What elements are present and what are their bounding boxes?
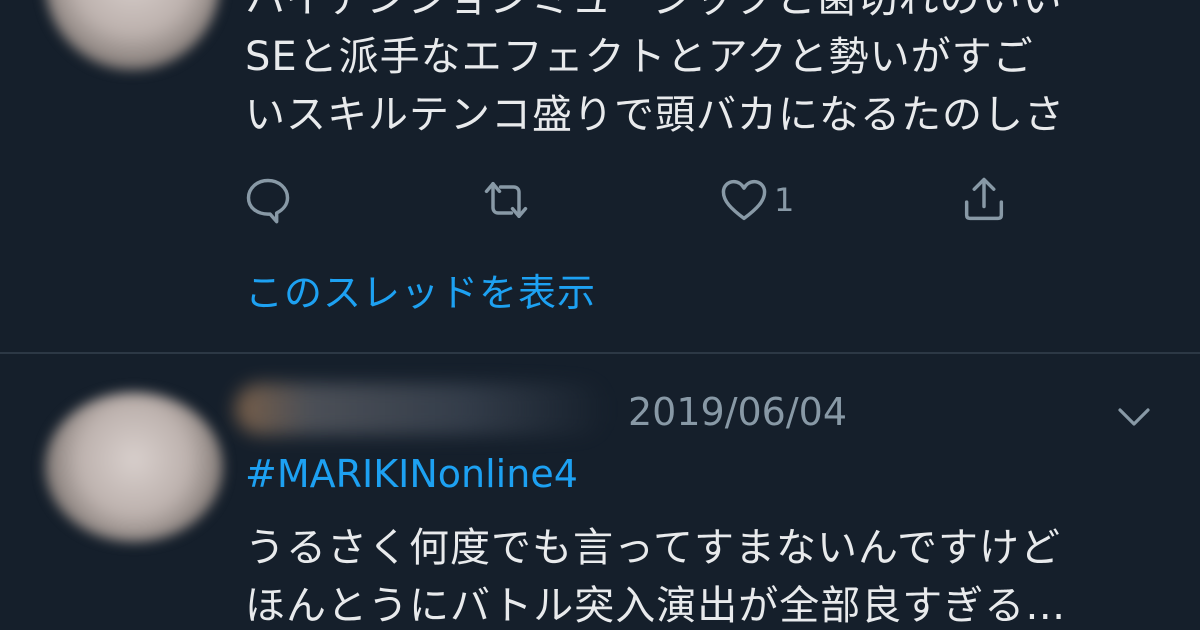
tweet-text: ハイテンションミュージックと歯切れのいい SEと派手なエフェクトとアクと勢いがす… xyxy=(245,0,1065,144)
retweet-button[interactable] xyxy=(480,170,532,230)
chevron-down-icon[interactable] xyxy=(1112,395,1156,439)
reply-button[interactable] xyxy=(242,170,294,230)
tweet-date: 2019/06/04 xyxy=(628,390,848,434)
avatar[interactable] xyxy=(45,0,220,70)
share-button[interactable] xyxy=(958,170,1010,230)
tweet-text: うるさく何度でも言ってすまないんですけど ほんとうにバトル突入演出が全部良すぎる… xyxy=(245,519,1066,630)
timeline: ハイテンションミュージックと歯切れのいい SEと派手なエフェクトとアクと勢いがす… xyxy=(0,0,1200,630)
hashtag-link[interactable]: #MARIKINonline4 xyxy=(245,452,578,496)
author-name-blurred[interactable] xyxy=(235,383,610,435)
like-count: 1 xyxy=(774,181,795,219)
tweet-text-line: うるさく何度でも言ってすまないんですけど xyxy=(245,525,1061,571)
divider xyxy=(0,352,1200,354)
like-button[interactable]: 1 xyxy=(718,170,794,230)
share-icon xyxy=(964,177,1004,221)
show-thread-link[interactable]: このスレッドを表示 xyxy=(245,262,596,317)
reply-icon xyxy=(246,178,290,224)
tweet-actions: 1 xyxy=(0,170,1200,230)
tweet-text-line: SEと派手なエフェクトとアクと勢いがすご xyxy=(245,34,1034,80)
tweet-text-line: ほんとうにバトル突入演出が全部良すぎる… xyxy=(245,583,1067,629)
avatar[interactable] xyxy=(45,392,223,542)
tweet-text-line: ハイテンションミュージックと歯切れのいい xyxy=(245,0,1065,28)
retweet-icon xyxy=(484,182,528,218)
tweet-text-line: いスキルテンコ盛りで頭バカになるたのしさ xyxy=(245,92,1065,138)
heart-icon xyxy=(721,179,767,221)
